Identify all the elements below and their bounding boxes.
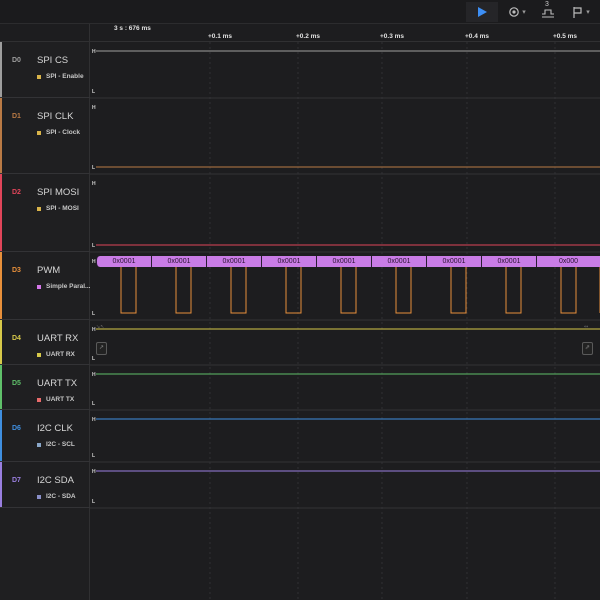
protocol-frame[interactable]: 0x0001 [426, 256, 481, 267]
level-high-label: H [92, 181, 96, 187]
channel-row-d7[interactable]: D7 I2C SDA I2C - SDA [0, 462, 90, 508]
analyzer-color-swatch [37, 442, 41, 447]
uart-glitch-icon[interactable]: ↘↖ [96, 324, 104, 330]
level-low-label: L [92, 311, 96, 317]
channel-id: D5 [12, 380, 21, 387]
uart-glitch-icon[interactable]: ⇗ [582, 342, 593, 355]
analyzer-tag[interactable]: UART RX [37, 351, 75, 358]
protocol-frame[interactable]: 0x0001 [206, 256, 261, 267]
channel-id: D3 [12, 267, 21, 274]
channel-color-bar [0, 98, 2, 173]
flag-icon [573, 6, 582, 18]
chevron-down-icon: ▾ [586, 9, 590, 16]
ruler-spacer [0, 24, 90, 42]
channel-name[interactable]: I2C CLK [37, 423, 73, 434]
level-low-label: L [92, 243, 96, 249]
protocol-frame[interactable]: 0x0001 [96, 256, 151, 267]
logic-analyzer-app: ▾ 3 ▾ D0 SPI CS SPI - Enable D1 SPI CLK SPI -… [0, 0, 600, 600]
channel-row-d4[interactable]: D4 UART RX UART RX [0, 320, 90, 365]
level-low-label: L [92, 356, 96, 362]
level-high-label: H [92, 105, 96, 111]
channel-color-bar [0, 410, 2, 461]
channel-color-bar [0, 174, 2, 251]
analyzer-name: Simple Paral... [46, 283, 91, 290]
analyzer-name: SPI - Enable [46, 73, 84, 80]
run-button[interactable] [466, 2, 498, 22]
protocol-frame[interactable]: 0x0001 [151, 256, 206, 267]
waveform-canvas[interactable] [90, 24, 600, 600]
analyzer-tag[interactable]: SPI - MOSI [37, 205, 79, 212]
analyzer-color-swatch [37, 284, 41, 289]
channel-name[interactable]: SPI CS [37, 55, 68, 66]
channel-name[interactable]: I2C SDA [37, 475, 74, 486]
analyzer-name: SPI - MOSI [46, 205, 79, 212]
level-low-label: L [92, 499, 96, 505]
analyzer-color-swatch [37, 130, 41, 135]
protocol-frame[interactable]: 0x0001 [371, 256, 426, 267]
channel-id: D1 [12, 113, 21, 120]
protocol-frame[interactable]: 0x0001 [481, 256, 536, 267]
analyzer-name: I2C - SCL [46, 441, 75, 448]
analyzer-color-swatch [37, 74, 41, 79]
device-badge: 3 [545, 1, 549, 8]
chevron-down-icon: ▾ [522, 9, 526, 16]
analyzer-name: UART TX [46, 396, 75, 403]
channel-id: D2 [12, 189, 21, 196]
channel-id: D7 [12, 477, 21, 484]
analyzer-tag[interactable]: Simple Paral... [37, 283, 90, 290]
channel-name[interactable]: SPI CLK [37, 111, 73, 122]
channel-row-d3[interactable]: D3 PWM Simple Paral... [0, 252, 90, 320]
top-toolbar: ▾ 3 ▾ [0, 0, 600, 24]
channel-row-d5[interactable]: D5 UART TX UART TX [0, 365, 90, 410]
analyzer-tag[interactable]: UART TX [37, 396, 74, 403]
analyzer-tag[interactable]: SPI - Enable [37, 73, 84, 80]
analyzer-color-swatch [37, 494, 41, 499]
analyzer-tag[interactable]: I2C - SCL [37, 441, 75, 448]
level-low-label: L [92, 165, 96, 171]
channel-name[interactable]: UART RX [37, 333, 78, 344]
channel-name[interactable]: SPI MOSI [37, 187, 79, 198]
analyzer-tag[interactable]: I2C - SDA [37, 493, 76, 500]
uart-glitch-icon[interactable]: ↭ [584, 324, 588, 330]
level-low-label: L [92, 453, 96, 459]
channel-color-bar [0, 42, 2, 97]
channel-row-d0[interactable]: D0 SPI CS SPI - Enable [0, 42, 90, 98]
protocol-frame[interactable]: 0x0001 [261, 256, 316, 267]
level-low-label: L [92, 89, 96, 95]
level-high-label: H [92, 372, 96, 378]
device-button[interactable]: 3 [537, 1, 559, 22]
channel-row-d2[interactable]: D2 SPI MOSI SPI - MOSI [0, 174, 90, 252]
analyzer-tag[interactable]: SPI - Clock [37, 129, 80, 136]
analyzer-name: SPI - Clock [46, 129, 80, 136]
channel-name[interactable]: PWM [37, 265, 60, 276]
protocol-frame[interactable]: 0x000 [536, 256, 600, 267]
level-high-label: H [92, 469, 96, 475]
channel-id: D6 [12, 425, 21, 432]
channel-color-bar [0, 252, 2, 319]
marker-button[interactable]: ▾ [566, 2, 596, 22]
analyzer-color-swatch [37, 206, 41, 211]
trigger-settings-icon [509, 7, 520, 17]
channel-id: D0 [12, 57, 21, 64]
channel-row-d1[interactable]: D1 SPI CLK SPI - Clock [0, 98, 90, 174]
level-low-label: L [92, 401, 96, 407]
protocol-frame[interactable]: 0x0001 [316, 256, 371, 267]
waveform-trace-d3[interactable] [96, 260, 600, 314]
analyzer-color-swatch [37, 397, 41, 402]
analyzer-name: UART RX [46, 351, 75, 358]
channel-color-bar [0, 365, 2, 409]
play-icon [478, 7, 487, 17]
channel-color-bar [0, 320, 2, 364]
channel-color-bar [0, 462, 2, 507]
level-high-label: H [92, 417, 96, 423]
uart-glitch-icon[interactable]: ↗ [96, 342, 107, 355]
channel-id: D4 [12, 335, 21, 342]
channel-row-d6[interactable]: D6 I2C CLK I2C - SCL [0, 410, 90, 462]
trigger-settings-button[interactable]: ▾ [502, 2, 532, 22]
channel-name[interactable]: UART TX [37, 378, 77, 389]
analyzer-color-swatch [37, 352, 41, 357]
analyzer-name: I2C - SDA [46, 493, 76, 500]
level-high-label: H [92, 49, 96, 55]
